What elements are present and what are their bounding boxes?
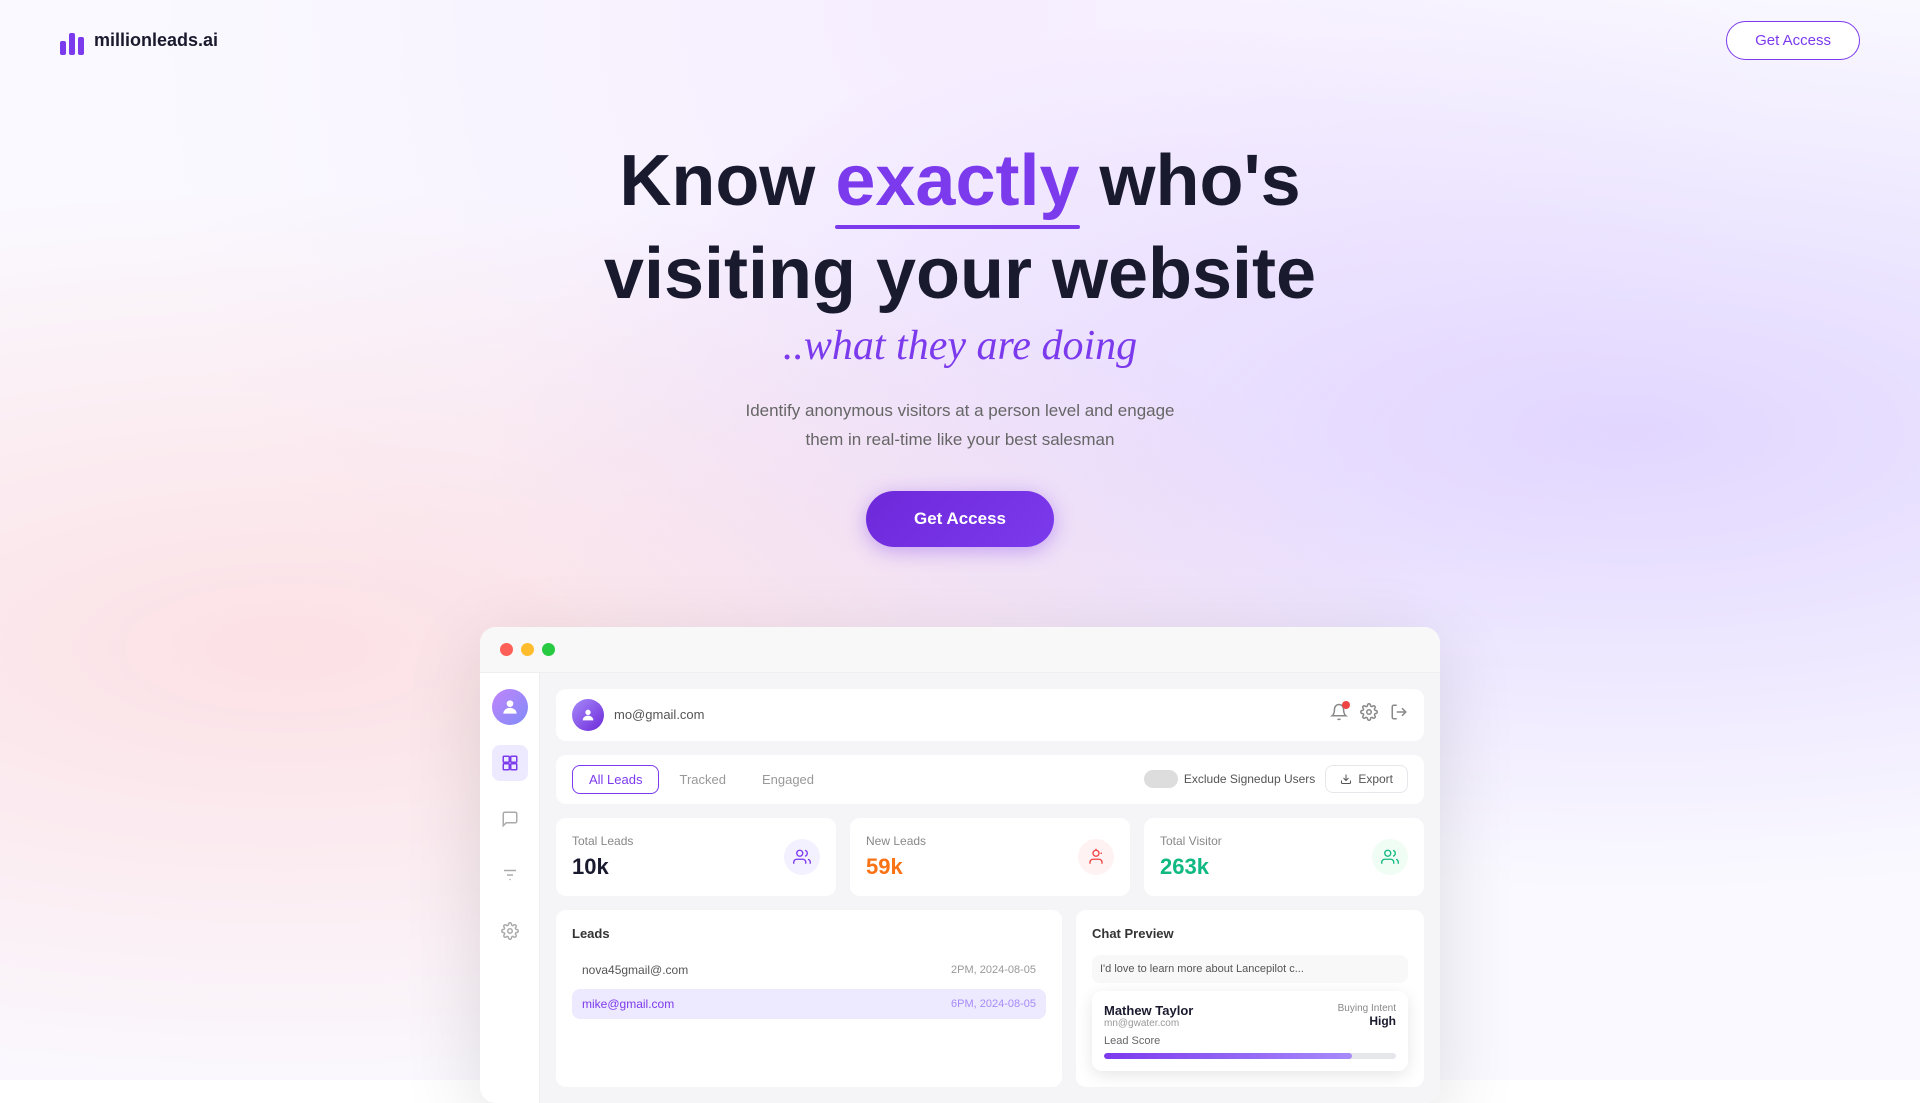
- hero-description-line1: Identify anonymous visitors at a person …: [745, 401, 1174, 420]
- window-maximize-btn[interactable]: [542, 643, 555, 656]
- logo-text: millionleads.ai: [94, 30, 218, 51]
- tabs-left: All Leads Tracked Engaged: [572, 765, 830, 794]
- logo-icon: [60, 25, 84, 55]
- hero-description-line2: them in real-time like your best salesma…: [806, 430, 1115, 449]
- stat-value-total-leads: 10k: [572, 854, 633, 880]
- hero-title-part1: Know: [619, 141, 835, 221]
- contact-card-header: Mathew Taylor mn@gwater.com Buying Inten…: [1104, 1003, 1396, 1029]
- dashboard-sidebar: [480, 673, 540, 1103]
- stat-label-total-visitor: Total Visitor: [1160, 834, 1222, 848]
- stat-icon-total-visitor: [1372, 839, 1408, 875]
- contact-email: mn@gwater.com: [1104, 1018, 1193, 1029]
- window-controls: [480, 627, 1440, 673]
- window-minimize-btn[interactable]: [521, 643, 534, 656]
- lead-score-bar: [1104, 1053, 1396, 1059]
- notification-icon[interactable]: [1330, 703, 1348, 726]
- lead-row-2[interactable]: mike@gmail.com 6PM, 2024-08-05: [572, 989, 1046, 1019]
- header-get-access-button[interactable]: Get Access: [1726, 21, 1860, 60]
- lead-time-2: 6PM, 2024-08-05: [951, 998, 1036, 1010]
- tab-tracked[interactable]: Tracked: [663, 766, 741, 793]
- export-button[interactable]: Export: [1325, 765, 1408, 793]
- sidebar-icon-grid[interactable]: [492, 745, 528, 781]
- lead-score-fill: [1104, 1053, 1352, 1059]
- leads-panel: Leads nova45gmail@.com 2PM, 2024-08-05 m…: [556, 910, 1062, 1087]
- buying-intent-value: High: [1338, 1014, 1396, 1028]
- header: millionleads.ai Get Access: [0, 0, 1920, 80]
- lead-time-1: 2PM, 2024-08-05: [951, 964, 1036, 976]
- chat-panel-title: Chat Preview: [1092, 926, 1408, 941]
- topbar-user: mo@gmail.com: [572, 699, 705, 731]
- dashboard-main: mo@gmail.com: [540, 673, 1440, 1103]
- hero-subtitle-wrapper: visiting your website: [604, 233, 1316, 315]
- exclude-toggle[interactable]: [1144, 770, 1178, 788]
- lead-email-2: mike@gmail.com: [582, 997, 674, 1011]
- window-close-btn[interactable]: [500, 643, 513, 656]
- hero-title-line2: visiting your website: [604, 233, 1316, 315]
- topbar-email: mo@gmail.com: [614, 707, 705, 722]
- hero-title-part2: who's: [1080, 141, 1301, 221]
- hero-description: Identify anonymous visitors at a person …: [745, 397, 1174, 455]
- hero-title-highlight: exactly: [835, 140, 1079, 223]
- lead-email-1: nova45gmail@.com: [582, 963, 688, 977]
- tabs-right: Exclude Signedup Users Export: [1144, 765, 1408, 793]
- settings-icon[interactable]: [1360, 703, 1378, 726]
- lead-row-1[interactable]: nova45gmail@.com 2PM, 2024-08-05: [572, 955, 1046, 985]
- dashboard-inner: mo@gmail.com: [480, 673, 1440, 1103]
- stat-icon-total-leads: [784, 839, 820, 875]
- topbar-avatar: [572, 699, 604, 731]
- logout-icon[interactable]: [1390, 703, 1408, 726]
- stat-card-total-visitor: Total Visitor 263k: [1144, 818, 1424, 896]
- contact-card: Mathew Taylor mn@gwater.com Buying Inten…: [1092, 991, 1408, 1071]
- notification-dot: [1342, 701, 1350, 709]
- hero-cursive-text: ..what they are doing: [783, 323, 1137, 369]
- tab-all-leads[interactable]: All Leads: [572, 765, 659, 794]
- lead-score-label: Lead Score: [1104, 1035, 1396, 1047]
- hero-title: Know exactly who's: [619, 140, 1300, 223]
- stat-value-total-visitor: 263k: [1160, 854, 1222, 880]
- sidebar-icon-filters[interactable]: [492, 857, 528, 893]
- exclude-toggle-label: Exclude Signedup Users: [1144, 770, 1315, 788]
- logo: millionleads.ai: [60, 25, 218, 55]
- tab-engaged[interactable]: Engaged: [746, 766, 830, 793]
- stat-label-new-leads: New Leads: [866, 834, 926, 848]
- leads-panel-title: Leads: [572, 926, 1046, 941]
- sidebar-icon-chat[interactable]: [492, 801, 528, 837]
- export-label: Export: [1358, 772, 1393, 786]
- dashboard-topbar: mo@gmail.com: [556, 689, 1424, 741]
- topbar-icons: [1330, 703, 1408, 726]
- chat-preview-panel: Chat Preview I'd love to learn more abou…: [1076, 910, 1424, 1087]
- stat-label-total-leads: Total Leads: [572, 834, 633, 848]
- dashboard-container: mo@gmail.com: [480, 627, 1440, 1103]
- stat-icon-new-leads: [1078, 839, 1114, 875]
- buying-intent-label: Buying Intent: [1338, 1003, 1396, 1014]
- contact-name: Mathew Taylor: [1104, 1003, 1193, 1018]
- dashboard-tabs: All Leads Tracked Engaged Exclude Signed…: [556, 755, 1424, 804]
- chat-preview-message: I'd love to learn more about Lancepilot …: [1092, 955, 1408, 983]
- sidebar-avatar: [492, 689, 528, 725]
- stat-card-new-leads: New Leads 59k: [850, 818, 1130, 896]
- stats-row: Total Leads 10k New Leads 59k: [556, 818, 1424, 896]
- dashboard-wrapper: mo@gmail.com: [0, 627, 1920, 1103]
- stat-value-new-leads: 59k: [866, 854, 926, 880]
- stat-card-total-leads: Total Leads 10k: [556, 818, 836, 896]
- sidebar-icon-settings[interactable]: [492, 913, 528, 949]
- hero-section: Know exactly who's visiting your website…: [0, 80, 1920, 607]
- bottom-row: Leads nova45gmail@.com 2PM, 2024-08-05 m…: [556, 910, 1424, 1087]
- hero-get-access-button[interactable]: Get Access: [866, 491, 1054, 547]
